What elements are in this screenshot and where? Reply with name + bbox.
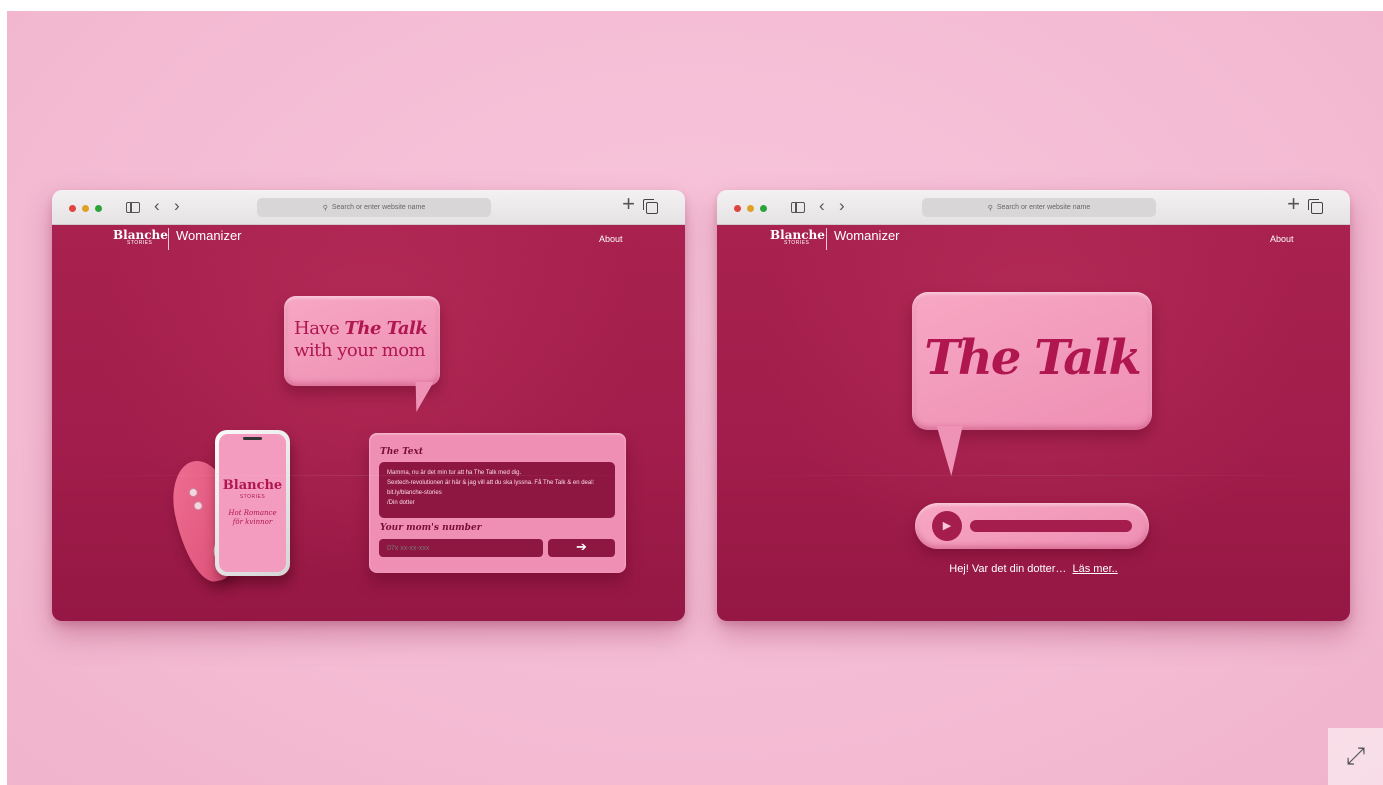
- bubble-the-talk: The Talk: [344, 318, 428, 339]
- back-arrow-icon[interactable]: ‹: [154, 197, 160, 215]
- address-bar[interactable]: ⚲ Search or enter website name: [257, 198, 491, 217]
- minimize-window-button[interactable]: [747, 205, 754, 212]
- phone-tagline-line-1: Hot Romance: [228, 509, 277, 517]
- phone-blanche-logo: Blanche: [222, 478, 283, 493]
- phone-notch: [243, 437, 262, 440]
- logo-divider: [826, 228, 827, 250]
- tab-overview-icon[interactable]: [1308, 199, 1323, 214]
- back-arrow-icon[interactable]: ‹: [819, 197, 825, 215]
- address-placeholder: Search or enter website name: [996, 204, 1091, 211]
- browser-window-left: ‹ › ⚲ Search or enter website name + Bla…: [52, 190, 685, 621]
- browser-window-right: ‹ › ⚲ Search or enter website name + Bla…: [717, 190, 1350, 621]
- minimize-window-button[interactable]: [82, 205, 89, 212]
- audio-player: ▶: [915, 503, 1149, 549]
- page-viewport: Blanche STORIES Womanizer About The Talk…: [717, 225, 1350, 621]
- search-icon: ⚲: [987, 204, 993, 212]
- expand-icon[interactable]: ⤢: [1328, 728, 1383, 785]
- audio-progress-track[interactable]: [970, 520, 1132, 532]
- message-line-1: Mamma, nu är det min tur att ha The Talk…: [387, 470, 522, 476]
- phone-tagline: Hot Romance för kvinnor: [219, 509, 286, 527]
- page-viewport: Blanche STORIES Womanizer About Have The…: [52, 225, 685, 621]
- zoom-window-button[interactable]: [95, 205, 102, 212]
- new-tab-icon[interactable]: +: [622, 193, 635, 215]
- bubble-with-your-mom: with your mom: [294, 340, 426, 361]
- caption-text: Hej! Var det din dotter… Läs mer..: [717, 563, 1350, 575]
- sidebar-toggle-icon[interactable]: [791, 202, 805, 213]
- phone-tagline-line-2: för kvinnor: [232, 518, 273, 526]
- stories-logo-text: STORIES: [784, 240, 810, 246]
- the-talk-speech-bubble: The Talk: [912, 292, 1152, 430]
- about-link[interactable]: About: [1270, 234, 1294, 244]
- toy-button-bottom: [192, 500, 204, 512]
- caption-message: Hej! Var det din dotter…: [949, 563, 1067, 575]
- message-line-3: /Din dotter: [387, 500, 415, 506]
- tab-overview-icon[interactable]: [643, 199, 658, 214]
- browser-toolbar: ‹ › ⚲ Search or enter website name +: [52, 190, 685, 225]
- card-title: The Text: [380, 447, 424, 457]
- address-placeholder: Search or enter website name: [331, 204, 426, 211]
- phone-mockup: Blanche STORIES Hot Romance för kvinnor: [215, 430, 290, 576]
- number-label: Your mom's number: [380, 523, 482, 533]
- forward-arrow-icon[interactable]: ›: [839, 197, 845, 215]
- play-button[interactable]: ▶: [932, 511, 962, 541]
- bubble-have: Have: [294, 318, 340, 339]
- mom-number-input[interactable]: [379, 539, 543, 557]
- new-tab-icon[interactable]: +: [1287, 193, 1300, 215]
- phone-stories-text: STORIES: [239, 494, 266, 500]
- search-icon: ⚲: [322, 204, 328, 212]
- message-line-2: Sextech-revolutionen är här & jag vill a…: [387, 480, 595, 496]
- speech-bubble-tail: [410, 382, 434, 412]
- text-message-card: The Text Mamma, nu är det min tur att ha…: [369, 433, 626, 573]
- toy-button-top: [187, 487, 199, 498]
- message-preview: Mamma, nu är det min tur att ha The Talk…: [379, 462, 615, 518]
- the-talk-title: The Talk: [924, 330, 1142, 386]
- forward-arrow-icon[interactable]: ›: [174, 197, 180, 215]
- speech-bubble-tail: [936, 426, 974, 476]
- zoom-window-button[interactable]: [760, 205, 767, 212]
- close-window-button[interactable]: [69, 205, 76, 212]
- address-bar[interactable]: ⚲ Search or enter website name: [922, 198, 1156, 217]
- speech-bubble: Have The Talk with your mom: [284, 296, 440, 386]
- about-link[interactable]: About: [599, 234, 623, 244]
- sidebar-toggle-icon[interactable]: [126, 202, 140, 213]
- womanizer-logo[interactable]: Womanizer: [176, 228, 242, 243]
- logo-divider: [168, 228, 169, 250]
- womanizer-logo[interactable]: Womanizer: [834, 228, 900, 243]
- phone-screen: Blanche STORIES Hot Romance för kvinnor: [219, 434, 286, 572]
- close-window-button[interactable]: [734, 205, 741, 212]
- send-arrow-button[interactable]: ➔: [548, 539, 615, 557]
- browser-toolbar: ‹ › ⚲ Search or enter website name +: [717, 190, 1350, 225]
- stories-logo-text: STORIES: [127, 240, 153, 246]
- read-more-link[interactable]: Läs mer..: [1073, 563, 1118, 575]
